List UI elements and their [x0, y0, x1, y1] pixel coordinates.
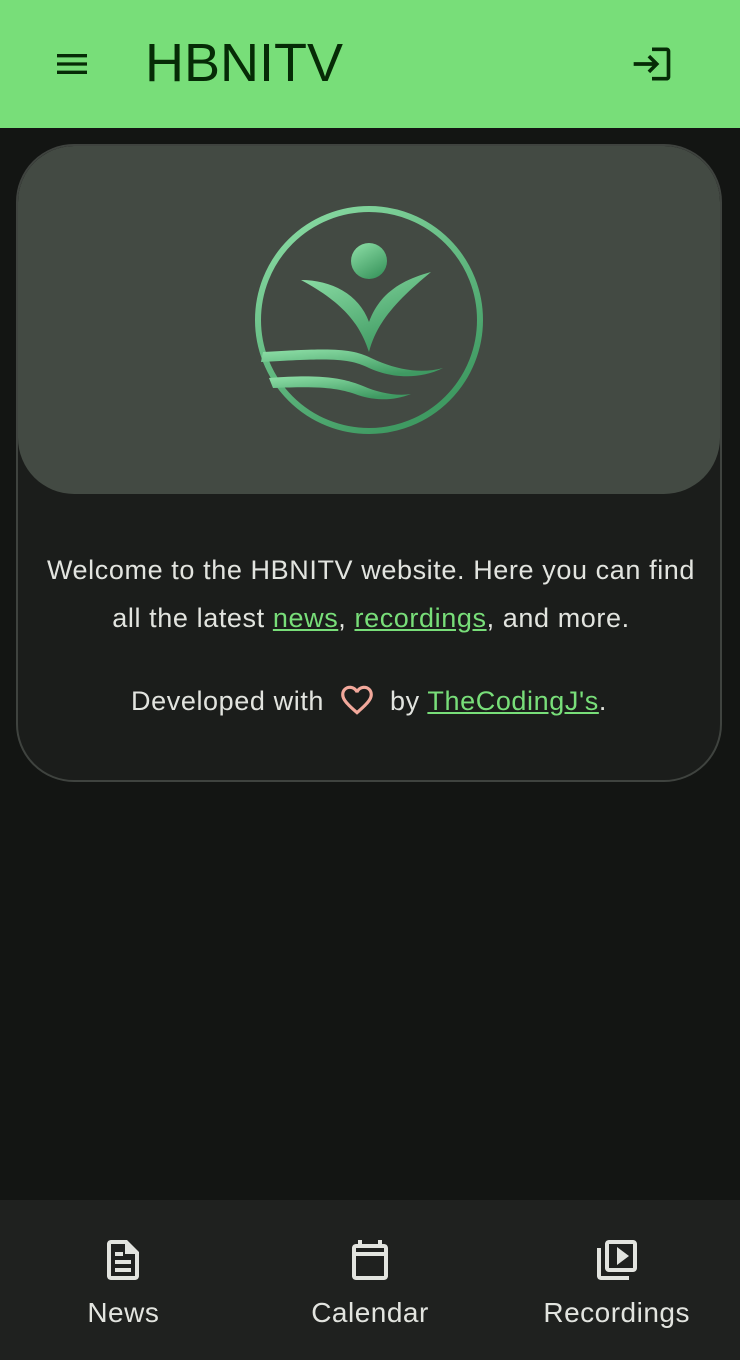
credit-by: by — [390, 686, 420, 716]
nav-label-calendar: Calendar — [311, 1297, 429, 1328]
welcome-card: Welcome to the HBNITV website. Here you … — [16, 144, 722, 782]
welcome-separator: , — [338, 603, 355, 633]
recordings-link[interactable]: recordings — [355, 603, 487, 633]
menu-icon — [57, 54, 87, 74]
credit-end: . — [598, 686, 607, 716]
bottom-navigation: News Calendar Recordings — [0, 1200, 740, 1360]
nav-item-calendar[interactable]: Calendar — [247, 1200, 494, 1360]
news-link[interactable]: news — [273, 603, 338, 633]
nav-item-news[interactable]: News — [0, 1200, 247, 1360]
credit-line: Developed with by TheCodingJ's. — [18, 679, 720, 723]
credit-text: Developed with — [131, 686, 325, 716]
nav-label-recordings: Recordings — [543, 1297, 690, 1328]
article-icon — [107, 1240, 140, 1280]
author-link[interactable]: TheCodingJ's — [427, 686, 598, 716]
video-library-icon — [596, 1240, 637, 1280]
calendar-icon — [352, 1240, 388, 1280]
nav-item-recordings[interactable]: Recordings — [493, 1200, 740, 1360]
login-button[interactable] — [620, 32, 684, 96]
heart-icon — [341, 685, 373, 715]
hbnitv-logo — [255, 206, 483, 434]
login-icon — [633, 47, 671, 81]
nav-label-news: News — [87, 1297, 160, 1328]
app-root: HBNITV Welcome to the HBNITV website. He… — [0, 0, 740, 1360]
welcome-text: Welcome to the HBNITV website. Here you … — [38, 546, 704, 642]
top-app-bar: HBNITV — [0, 0, 740, 128]
app-title: HBNITV — [145, 33, 344, 93]
card-media — [18, 146, 720, 494]
menu-button[interactable] — [40, 32, 104, 96]
welcome-text-end: , and more. — [486, 603, 630, 633]
